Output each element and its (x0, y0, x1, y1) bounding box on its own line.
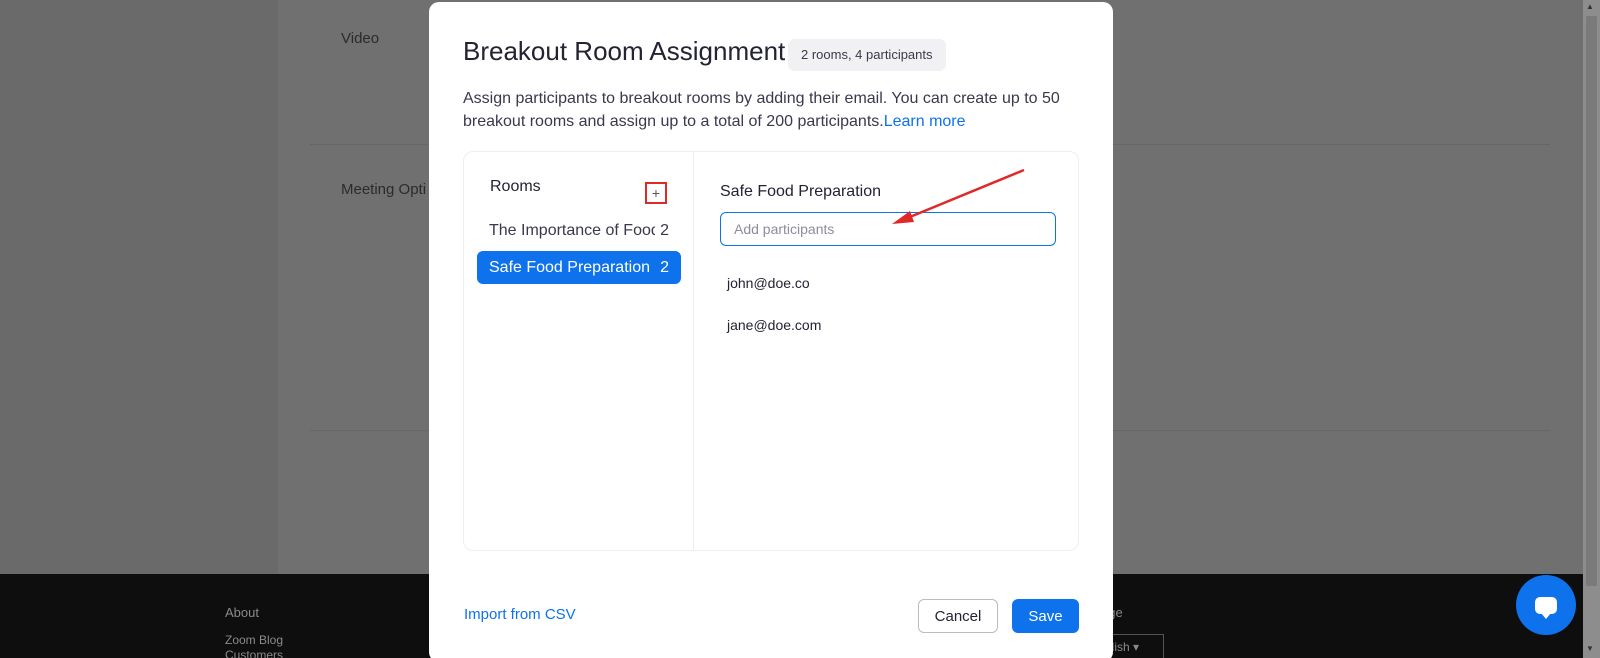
description-text: Assign participants to breakout rooms by… (463, 90, 1060, 130)
background-sidebar (0, 0, 278, 574)
scroll-up-icon[interactable]: ▲ (1586, 2, 1594, 11)
footer-link-zoom-blog[interactable]: Zoom Blog (225, 633, 283, 647)
footer-link-customers[interactable]: Customers (225, 648, 283, 658)
rooms-heading: Rooms (490, 178, 541, 195)
modal-title: Breakout Room Assignment (463, 36, 786, 66)
selected-room-title: Safe Food Preparation (720, 183, 881, 200)
room-name: Safe Food Preparation (489, 258, 650, 276)
footer-about-heading: About (225, 605, 259, 620)
plus-icon: + (651, 185, 661, 201)
modal-description: Assign participants to breakout rooms by… (463, 87, 1083, 133)
scroll-down-icon[interactable]: ▼ (1586, 644, 1594, 653)
room-detail: Safe Food Preparation john@doe.co jane@d… (695, 152, 1079, 550)
participant-email: jane@doe.com (727, 317, 822, 333)
room-participant-count: 2 (660, 221, 669, 239)
room-count-badge: 2 rooms, 4 participants (788, 39, 946, 71)
import-csv-link[interactable]: Import from CSV (464, 606, 576, 623)
add-participants-input[interactable] (720, 212, 1056, 246)
chat-button[interactable] (1516, 575, 1576, 635)
bg-section-meeting-options: Meeting Opti (341, 181, 427, 198)
assignment-panel: Rooms + The Importance of Food Safety 2 … (463, 151, 1079, 551)
participant-email: john@doe.co (727, 275, 810, 291)
room-item[interactable]: The Importance of Food Safety 2 (477, 214, 681, 247)
breakout-room-modal: Breakout Room Assignment 2 rooms, 4 part… (429, 2, 1113, 658)
learn-more-link[interactable]: Learn more (884, 113, 966, 130)
add-room-button[interactable]: + (645, 182, 667, 204)
caret-down-icon: ▾ (1133, 640, 1140, 654)
scrollbar-thumb[interactable] (1586, 16, 1597, 586)
save-button[interactable]: Save (1012, 599, 1079, 633)
chat-bubble-icon (1535, 596, 1557, 619)
room-participant-count: 2 (660, 258, 669, 276)
room-name: The Importance of Food Safety (489, 221, 655, 239)
rooms-list: Rooms + The Importance of Food Safety 2 … (464, 152, 694, 550)
bg-section-video: Video (341, 30, 380, 47)
cancel-button[interactable]: Cancel (918, 599, 998, 633)
room-item-selected[interactable]: Safe Food Preparation 2 (477, 251, 681, 284)
